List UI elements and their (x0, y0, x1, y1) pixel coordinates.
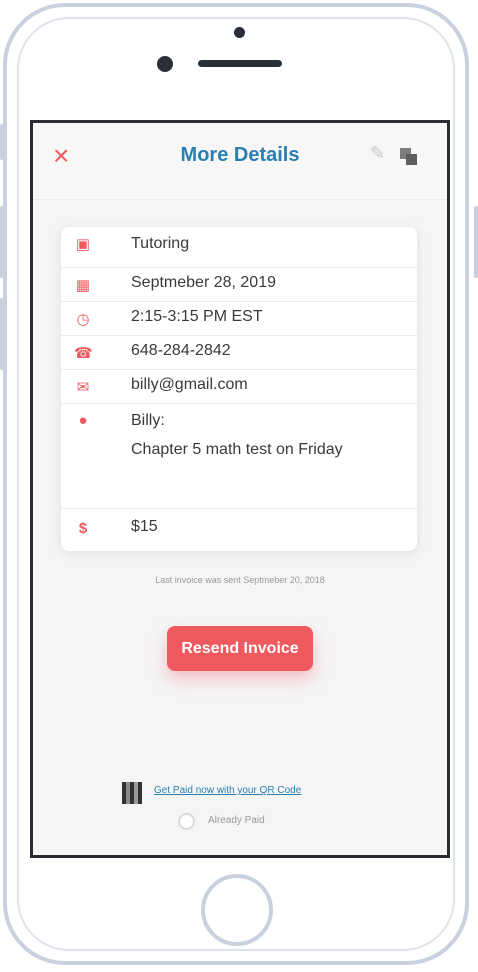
email-row: ✉ billy@gmail.com (61, 370, 417, 404)
already-paid-label: Already Paid (208, 815, 265, 826)
side-button (474, 206, 478, 278)
service-text: Tutoring (131, 235, 190, 252)
app-screen: × More Details ✎ ▣ Tutoring ▦ Septmeber … (30, 120, 450, 858)
client-name: Billy: (131, 412, 165, 429)
time-text: 2:15-3:15 PM EST (131, 308, 263, 325)
date-text: Septmeber 28, 2019 (131, 274, 276, 291)
front-sensor (234, 27, 245, 38)
front-camera (157, 56, 173, 72)
side-button (0, 206, 4, 278)
service-row: ▣ Tutoring (61, 227, 417, 268)
already-paid-radio[interactable] (178, 813, 195, 830)
mail-icon: ✉ (76, 379, 90, 396)
details-card: ▣ Tutoring ▦ Septmeber 28, 2019 ◷ 2:15-3… (61, 227, 417, 551)
note-row: ● Billy: Chapter 5 math test on Friday (61, 404, 417, 509)
service-icon: ▣ (75, 236, 91, 253)
pencil-icon[interactable]: ✎ (370, 143, 385, 164)
phone-text[interactable]: 648-284-2842 (131, 342, 231, 360)
email-text[interactable]: billy@gmail.com (131, 376, 248, 394)
user-icon: ● (78, 412, 88, 429)
calendar-icon: ▦ (75, 277, 91, 294)
dollar-icon: $ (78, 520, 88, 537)
copy-icon[interactable] (400, 148, 418, 166)
qr-code-icon (122, 782, 142, 804)
price-text: $15 (131, 518, 158, 535)
time-row: ◷ 2:15-3:15 PM EST (61, 302, 417, 336)
note-text: Chapter 5 math test on Friday (131, 441, 343, 458)
phone-icon: ☎ (74, 345, 93, 362)
clock-icon: ◷ (76, 311, 90, 328)
earpiece-speaker (198, 60, 282, 67)
header: × More Details ✎ (33, 123, 447, 200)
date-row: ▦ Septmeber 28, 2019 (61, 268, 417, 302)
last-invoice-note: Last invoice was sent Septmeber 20, 2018 (155, 575, 325, 585)
resend-invoice-button[interactable]: Resend Invoice (167, 626, 313, 671)
price-row: $ $15 (61, 509, 417, 551)
phone-row: ☎ 648-284-2842 (61, 336, 417, 370)
home-button[interactable] (201, 874, 273, 946)
qr-code-link[interactable]: Get Paid now with your QR Code (154, 785, 301, 796)
side-button (0, 124, 4, 160)
side-button (0, 298, 4, 370)
